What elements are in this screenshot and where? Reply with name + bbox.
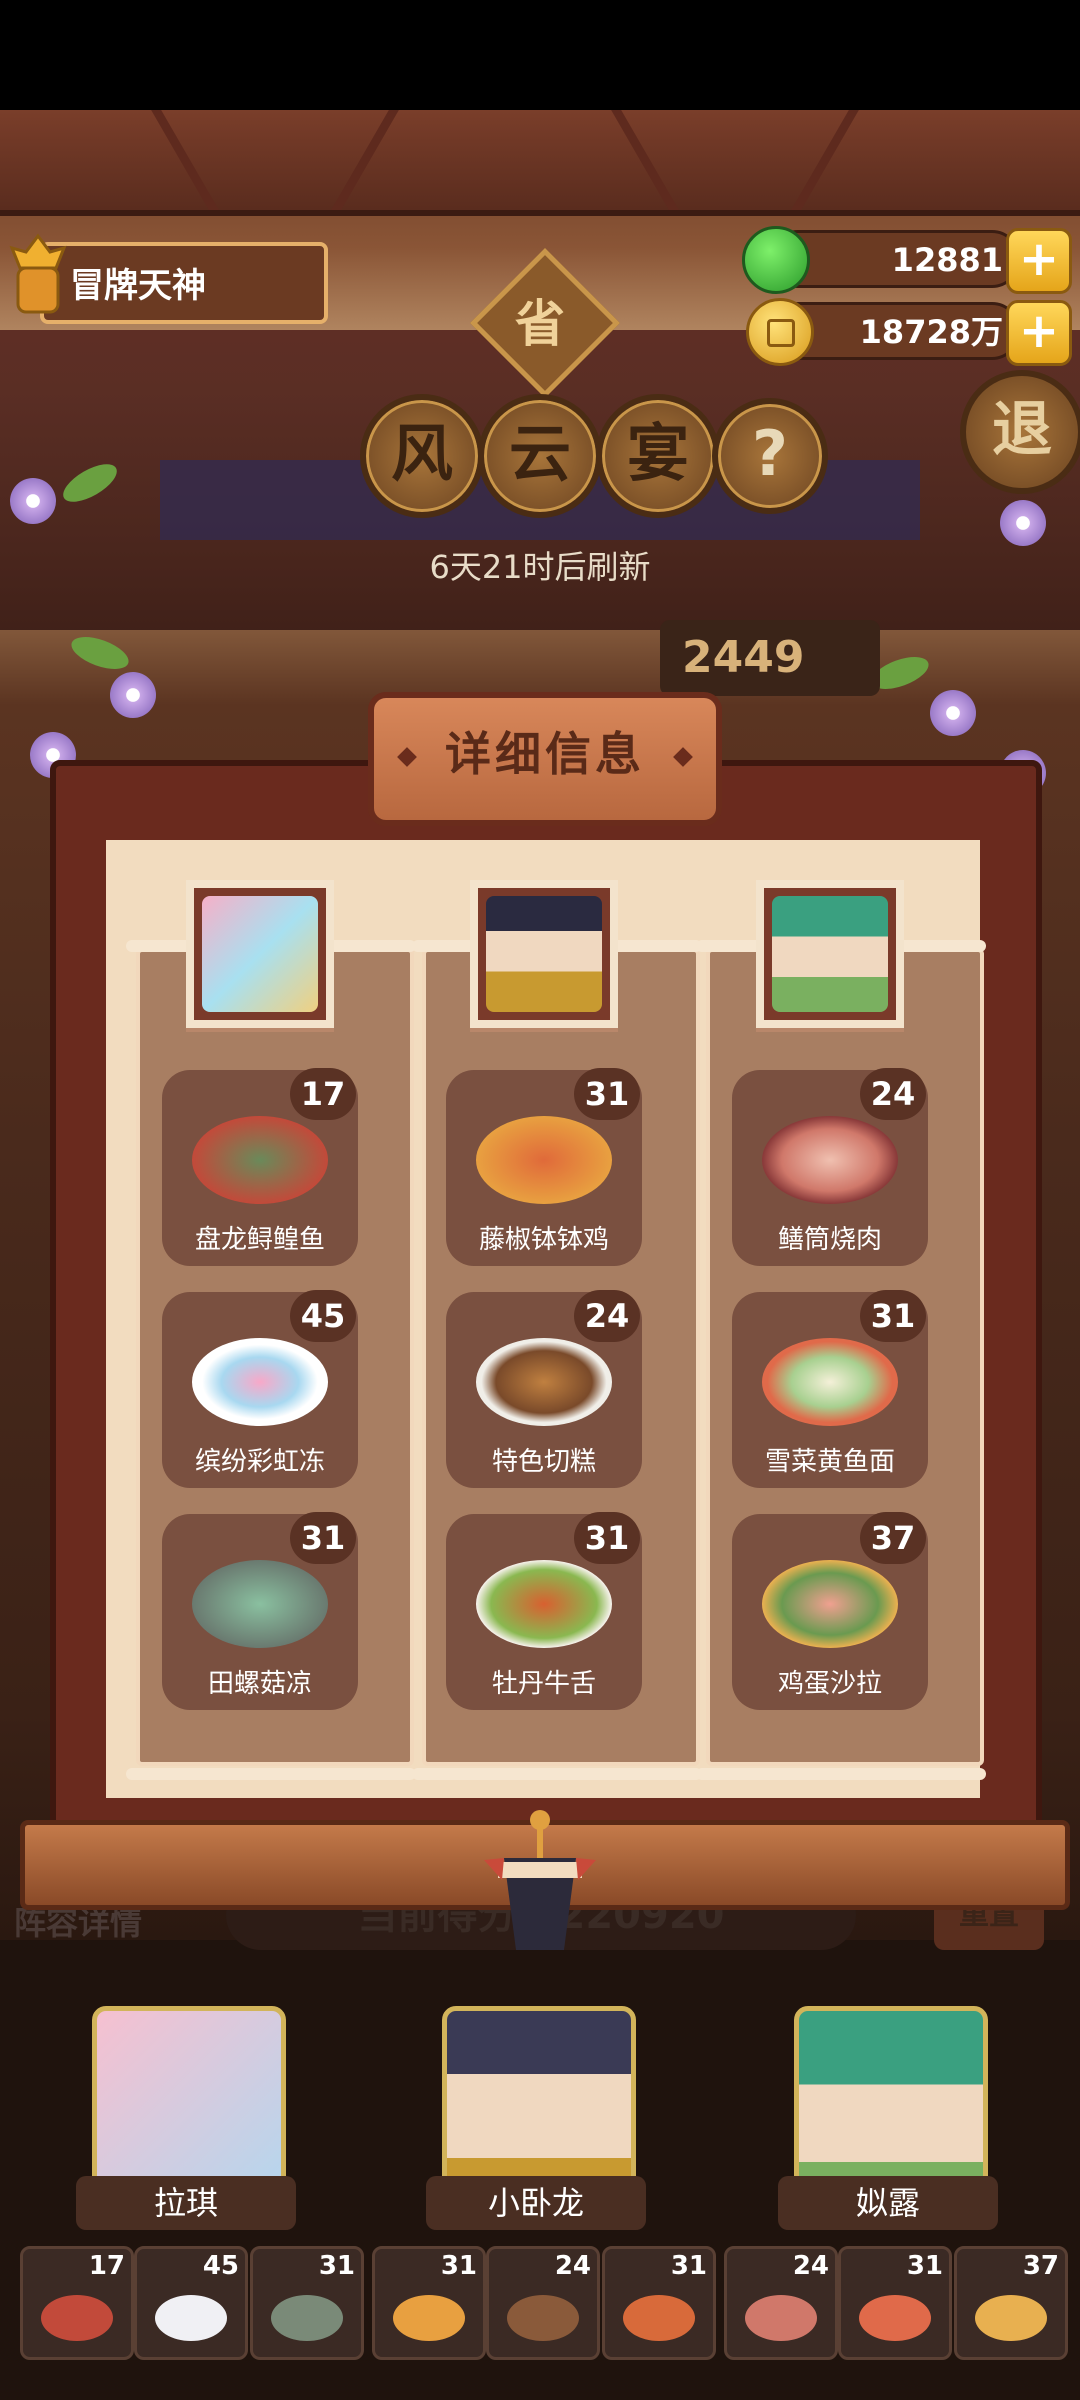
dish-card[interactable]: 31 雪菜黄鱼面 bbox=[732, 1290, 928, 1488]
event-title-char-1: 风 bbox=[360, 394, 484, 518]
dish-thumb bbox=[859, 2295, 931, 2341]
slot-count: 31 bbox=[670, 2251, 707, 2281]
partial-score-tag: 2449 bbox=[660, 620, 880, 696]
dish-image bbox=[476, 1338, 612, 1426]
dish-count: 31 bbox=[860, 1290, 926, 1342]
dish-thumb bbox=[271, 2295, 343, 2341]
dish-card[interactable]: 24 鳝筒烧肉 bbox=[732, 1068, 928, 1266]
flower-icon bbox=[1000, 500, 1046, 546]
dish-card[interactable]: 31 田螺菇凉 bbox=[162, 1512, 358, 1710]
dish-count: 45 bbox=[290, 1290, 356, 1342]
dish-name: 雪菜黄鱼面 bbox=[764, 1447, 895, 1477]
dish-thumb bbox=[41, 2295, 113, 2341]
chef-name: 姒露 bbox=[778, 2176, 998, 2230]
dish-image bbox=[192, 1116, 328, 1204]
dish-thumb bbox=[975, 2295, 1047, 2341]
slot-count: 45 bbox=[202, 2251, 239, 2281]
flower-icon bbox=[10, 478, 56, 524]
dish-count: 17 bbox=[290, 1068, 356, 1120]
slot-count: 24 bbox=[554, 2251, 591, 2281]
slot-count: 24 bbox=[792, 2251, 829, 2281]
dish-thumb bbox=[745, 2295, 817, 2341]
dish-thumb bbox=[623, 2295, 695, 2341]
province-label: 省 bbox=[515, 295, 565, 353]
event-title-char-3: 宴 bbox=[596, 394, 720, 518]
chef-portrait-silu[interactable] bbox=[756, 880, 904, 1028]
slot-count: 37 bbox=[1022, 2251, 1059, 2281]
dish-slot[interactable]: 31 bbox=[372, 2246, 486, 2360]
dish-slot[interactable]: 31 bbox=[250, 2246, 364, 2360]
slot-count: 31 bbox=[440, 2251, 477, 2281]
dish-name: 牡丹牛舌 bbox=[491, 1669, 596, 1699]
dish-thumb bbox=[393, 2295, 465, 2341]
dish-slot[interactable]: 31 bbox=[602, 2246, 716, 2360]
dish-name: 特色切糕 bbox=[491, 1447, 596, 1477]
player-title: 冒牌天神 bbox=[70, 266, 206, 306]
roof-beam bbox=[0, 110, 1080, 216]
exit-button[interactable]: 退 bbox=[960, 370, 1080, 494]
dish-name: 鸡蛋沙拉 bbox=[777, 1669, 882, 1699]
dish-card[interactable]: 37 鸡蛋沙拉 bbox=[732, 1512, 928, 1710]
add-coins-button[interactable]: + bbox=[1006, 300, 1072, 366]
dish-name: 盘龙鲟鳇鱼 bbox=[194, 1225, 325, 1255]
dish-slot[interactable]: 24 bbox=[486, 2246, 600, 2360]
dish-card[interactable]: 45 缤纷彩虹冻 bbox=[162, 1290, 358, 1488]
dish-card[interactable]: 31 牡丹牛舌 bbox=[446, 1512, 642, 1710]
dish-card[interactable]: 31 藤椒钵钵鸡 bbox=[446, 1068, 642, 1266]
flower-icon bbox=[930, 690, 976, 736]
dish-name: 鳝筒烧肉 bbox=[777, 1225, 882, 1255]
slot-count: 31 bbox=[318, 2251, 355, 2281]
dish-count: 31 bbox=[574, 1512, 640, 1564]
dish-image bbox=[192, 1560, 328, 1648]
coin-icon bbox=[746, 298, 814, 366]
chef-name: 拉琪 bbox=[76, 2176, 296, 2230]
dish-count: 24 bbox=[860, 1068, 926, 1120]
panel-title-text: 详细信息 bbox=[445, 727, 645, 781]
panel-title: 详细信息 bbox=[368, 692, 722, 826]
gem-icon bbox=[742, 226, 810, 294]
dish-slot[interactable]: 31 bbox=[838, 2246, 952, 2360]
dish-card[interactable]: 17 盘龙鲟鳇鱼 bbox=[162, 1068, 358, 1266]
dish-image bbox=[762, 1560, 898, 1648]
dish-count: 24 bbox=[574, 1290, 640, 1342]
scroll-rod bbox=[126, 1768, 416, 1780]
chef-portrait-xiaowolong[interactable] bbox=[470, 880, 618, 1028]
slot-count: 17 bbox=[88, 2251, 125, 2281]
refresh-countdown: 6天21时后刷新 bbox=[429, 548, 651, 586]
dish-name: 田螺菇凉 bbox=[207, 1669, 312, 1699]
scroll-rod bbox=[412, 1768, 702, 1780]
add-gems-button[interactable]: + bbox=[1006, 228, 1072, 294]
dish-thumb bbox=[155, 2295, 227, 2341]
chef-rank-icon bbox=[8, 232, 68, 320]
dish-slot[interactable]: 17 bbox=[20, 2246, 134, 2360]
dish-count: 37 bbox=[860, 1512, 926, 1564]
dish-image bbox=[762, 1116, 898, 1204]
slot-count: 31 bbox=[906, 2251, 943, 2281]
flower-icon bbox=[110, 672, 156, 718]
dish-count: 31 bbox=[290, 1512, 356, 1564]
chef-name: 小卧龙 bbox=[426, 2176, 646, 2230]
chef-portrait-laqi[interactable] bbox=[186, 880, 334, 1028]
dish-name: 藤椒钵钵鸡 bbox=[478, 1225, 609, 1255]
status-bar-area bbox=[0, 0, 1080, 110]
dish-card[interactable]: 24 特色切糕 bbox=[446, 1290, 642, 1488]
event-title-char-2: 云 bbox=[478, 394, 602, 518]
dish-slot[interactable]: 24 bbox=[724, 2246, 838, 2360]
scroll-rod bbox=[696, 1768, 986, 1780]
dish-image bbox=[476, 1116, 612, 1204]
dish-image bbox=[762, 1338, 898, 1426]
dish-name: 缤纷彩虹冻 bbox=[194, 1447, 325, 1477]
dish-image bbox=[192, 1338, 328, 1426]
dish-slot[interactable]: 45 bbox=[134, 2246, 248, 2360]
dish-count: 31 bbox=[574, 1068, 640, 1120]
dish-slot[interactable]: 37 bbox=[954, 2246, 1068, 2360]
help-button[interactable]: ? bbox=[712, 398, 828, 514]
tassel-ornament bbox=[484, 1810, 596, 1960]
dish-thumb bbox=[507, 2295, 579, 2341]
dish-image bbox=[476, 1560, 612, 1648]
